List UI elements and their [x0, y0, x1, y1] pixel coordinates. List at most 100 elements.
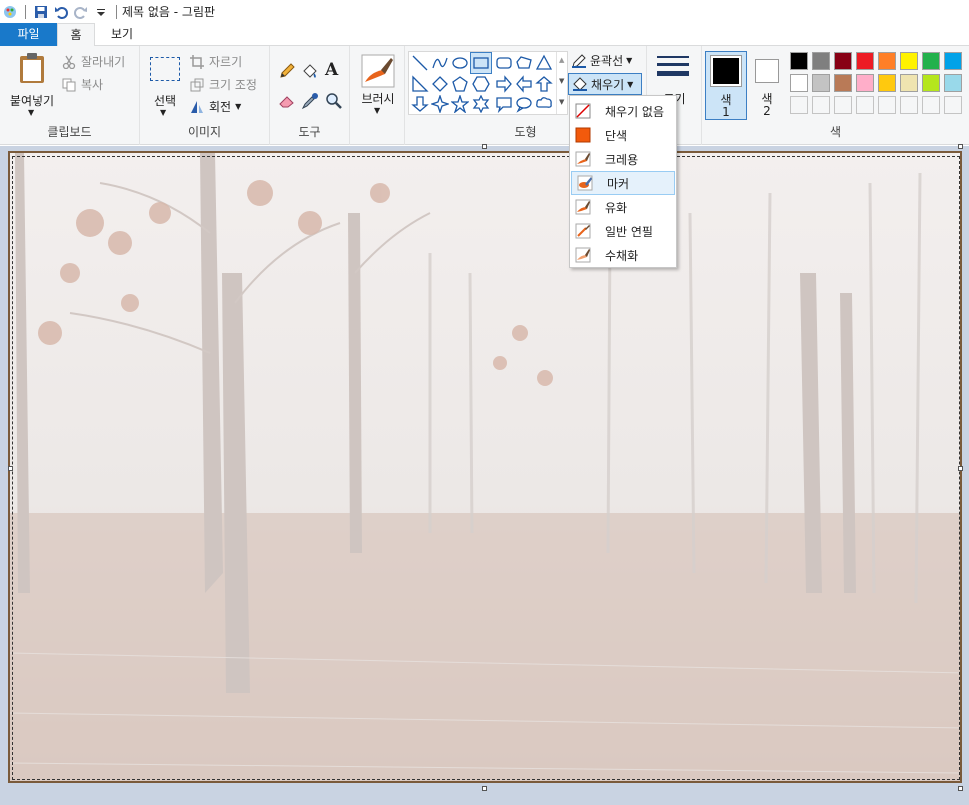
- text-tool-icon[interactable]: A: [325, 60, 338, 80]
- shapes-scroll[interactable]: ▲ ▼ ▼: [556, 52, 568, 114]
- redo-icon[interactable]: [71, 2, 91, 22]
- undo-icon[interactable]: [51, 2, 71, 22]
- image-group-label: 이미지: [187, 125, 222, 139]
- paste-button[interactable]: 붙여넣기 ▼: [8, 50, 56, 118]
- copy-button[interactable]: 복사: [62, 76, 103, 93]
- triangle-shape-icon[interactable]: [535, 54, 553, 72]
- custom-color-slot[interactable]: [812, 96, 830, 114]
- up-arrow-shape-icon[interactable]: [535, 75, 553, 93]
- selection-rect-icon: [150, 57, 180, 81]
- custom-color-slot[interactable]: [834, 96, 852, 114]
- palette-color-swatch[interactable]: [790, 52, 808, 70]
- fill-menu-item-pencil[interactable]: 일반 연필: [570, 219, 676, 243]
- rectangle-shape-button[interactable]: [470, 52, 492, 74]
- custom-color-slot[interactable]: [878, 96, 896, 114]
- palette-color-swatch[interactable]: [856, 52, 874, 70]
- clipboard-icon: [20, 53, 44, 83]
- palette-color-swatch[interactable]: [812, 52, 830, 70]
- oval-shape-icon[interactable]: [451, 54, 469, 72]
- fill-label: 채우기: [591, 77, 625, 92]
- palette-color-swatch[interactable]: [834, 74, 852, 92]
- right-arrow-shape-icon[interactable]: [495, 75, 513, 93]
- palette-color-swatch[interactable]: [922, 52, 940, 70]
- expand-gallery-icon[interactable]: ▼: [559, 98, 564, 106]
- custom-color-slot[interactable]: [944, 96, 962, 114]
- color2-button[interactable]: 색 2: [751, 51, 791, 120]
- custom-color-slot[interactable]: [922, 96, 940, 114]
- fill-button[interactable]: 채우기 ▼: [568, 73, 642, 95]
- fill-menu-item-solid[interactable]: 단색: [570, 123, 676, 147]
- palette-color-swatch[interactable]: [790, 74, 808, 92]
- palette-color-swatch[interactable]: [834, 52, 852, 70]
- magnifier-icon[interactable]: [325, 92, 343, 110]
- palette-color-swatch[interactable]: [944, 52, 962, 70]
- curve-shape-icon[interactable]: [431, 54, 449, 72]
- rounded-callout-shape-icon[interactable]: [495, 95, 513, 113]
- fill-menu-item-marker[interactable]: 마커: [571, 171, 675, 195]
- resize-handle-left[interactable]: [8, 466, 13, 471]
- custom-color-slot[interactable]: [900, 96, 918, 114]
- custom-color-slot[interactable]: [790, 96, 808, 114]
- fill-menu-item-none[interactable]: 채우기 없음: [570, 99, 676, 123]
- hexagon-shape-icon[interactable]: [472, 75, 490, 93]
- select-label: 선택: [153, 94, 177, 108]
- oval-callout-shape-icon[interactable]: [515, 95, 533, 113]
- resize-handle-top[interactable]: [482, 144, 487, 149]
- fill-menu-item-watercolor[interactable]: 수채화: [570, 243, 676, 267]
- crop-button[interactable]: 자르기: [190, 53, 242, 70]
- brush-icon: [361, 54, 395, 88]
- color-picker-icon[interactable]: [301, 92, 319, 110]
- scroll-up-icon[interactable]: ▲: [559, 56, 564, 64]
- resize-handle-bottom-right[interactable]: [958, 786, 963, 791]
- line-shape-icon[interactable]: [411, 54, 429, 72]
- outline-button[interactable]: 윤곽선 ▼: [571, 52, 632, 69]
- palette-color-swatch[interactable]: [900, 52, 918, 70]
- select-button[interactable]: 선택 ▼: [148, 54, 182, 118]
- down-arrow-shape-icon[interactable]: [411, 95, 429, 113]
- pentagon-shape-icon[interactable]: [451, 75, 469, 93]
- drawing-canvas[interactable]: [8, 151, 962, 783]
- rotate-button[interactable]: 회전 ▼: [190, 98, 241, 115]
- diamond-shape-icon[interactable]: [431, 75, 449, 93]
- cut-button[interactable]: 잘라내기: [62, 53, 125, 70]
- rounded-rectangle-shape-icon[interactable]: [495, 54, 513, 72]
- canvas-area: [0, 144, 969, 805]
- pencil-icon[interactable]: [278, 62, 296, 80]
- scroll-down-icon[interactable]: ▼: [559, 77, 564, 85]
- fill-menu-item-oil[interactable]: 유화: [570, 195, 676, 219]
- customize-toolbar-icon[interactable]: [91, 2, 111, 22]
- cloud-callout-shape-icon[interactable]: [535, 95, 553, 113]
- left-arrow-shape-icon[interactable]: [515, 75, 533, 93]
- right-triangle-shape-icon[interactable]: [411, 75, 429, 93]
- brushes-label: 브러시: [361, 92, 395, 106]
- line-thin: [657, 56, 689, 58]
- color1-button[interactable]: 색 1: [705, 51, 747, 120]
- brushes-button[interactable]: 브러시 ▼: [355, 52, 401, 120]
- palette-color-swatch[interactable]: [900, 74, 918, 92]
- palette-color-swatch[interactable]: [878, 74, 896, 92]
- five-point-star-shape-icon[interactable]: [451, 95, 469, 113]
- marker-icon: [577, 175, 593, 191]
- save-icon[interactable]: [31, 2, 51, 22]
- resize-button[interactable]: 크기 조정: [190, 76, 257, 93]
- polygon-shape-icon[interactable]: [515, 54, 533, 72]
- resize-handle-bottom[interactable]: [482, 786, 487, 791]
- palette-color-swatch[interactable]: [856, 74, 874, 92]
- custom-color-slot[interactable]: [856, 96, 874, 114]
- palette-color-swatch[interactable]: [922, 74, 940, 92]
- tab-file[interactable]: 파일: [0, 23, 57, 46]
- resize-handle-right[interactable]: [958, 466, 963, 471]
- crop-label: 자르기: [209, 55, 243, 69]
- resize-handle-top-right[interactable]: [958, 144, 963, 149]
- fill-menu-item-crayon[interactable]: 크레용: [570, 147, 676, 171]
- palette-color-swatch[interactable]: [944, 74, 962, 92]
- paint-app-icon[interactable]: [0, 2, 20, 22]
- six-point-star-shape-icon[interactable]: [472, 95, 490, 113]
- eraser-icon[interactable]: [278, 92, 296, 110]
- four-point-star-shape-icon[interactable]: [431, 95, 449, 113]
- tab-home[interactable]: 홈: [57, 23, 95, 47]
- fill-bucket-icon[interactable]: [301, 62, 319, 80]
- palette-color-swatch[interactable]: [812, 74, 830, 92]
- tab-view[interactable]: 보기: [98, 23, 146, 46]
- palette-color-swatch[interactable]: [878, 52, 896, 70]
